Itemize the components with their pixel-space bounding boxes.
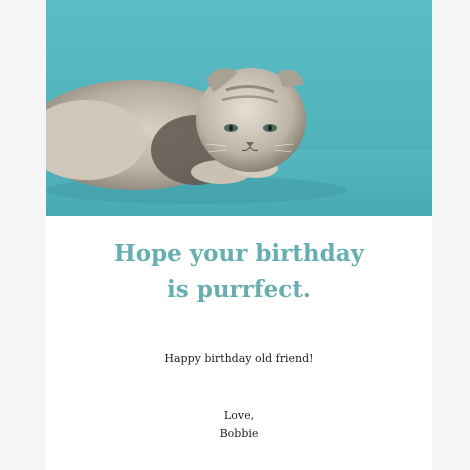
headline-line-1: Hope your birthday <box>114 240 364 267</box>
birthday-card: Hope your birthday is purrfect. Happy bi… <box>46 0 432 470</box>
closing-text: Love, <box>223 409 255 422</box>
card-headline: Hope your birthday is purrfect. <box>46 236 432 308</box>
headline-line-2: is purrfect. <box>167 276 311 303</box>
card-signoff: Love, Bobbie <box>46 407 432 443</box>
signature-text: Bobbie <box>219 427 259 440</box>
cat-photo <box>46 0 432 216</box>
cat-illustration <box>46 68 432 216</box>
page: Hope your birthday is purrfect. Happy bi… <box>0 0 470 470</box>
card-message: Happy birthday old friend! <box>164 352 314 365</box>
